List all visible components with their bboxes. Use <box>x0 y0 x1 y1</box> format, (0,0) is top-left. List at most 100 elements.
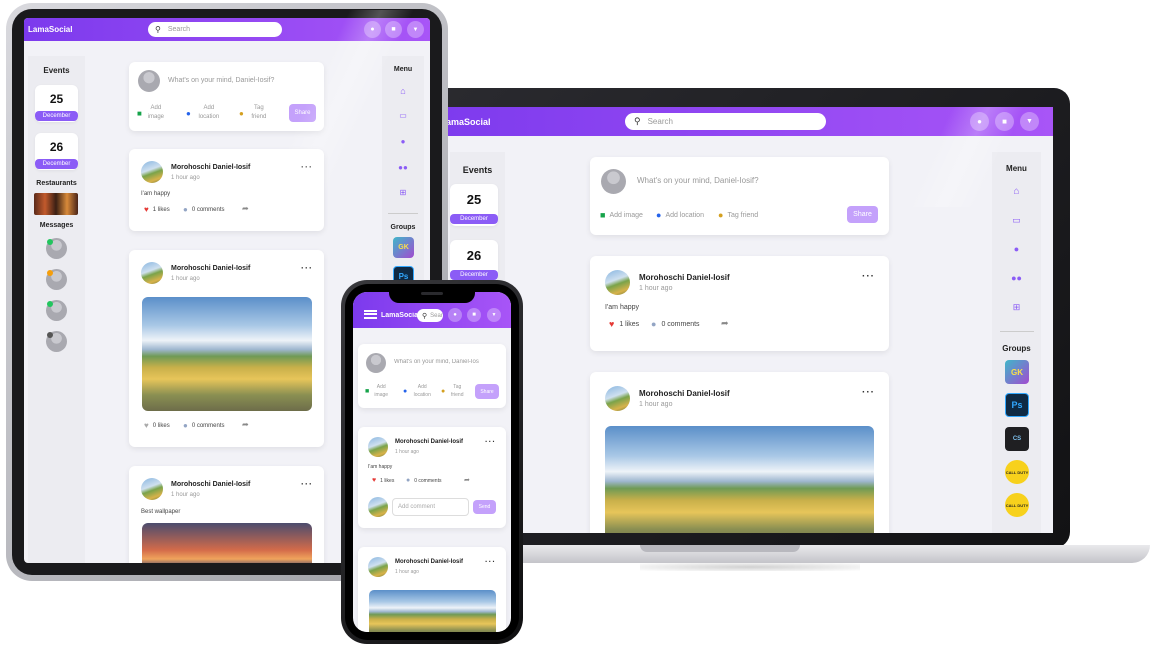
comments-button[interactable]: ● 0 comments <box>183 205 225 214</box>
tag-friend-button[interactable]: ● Tag friend <box>441 383 466 399</box>
more-options-icon[interactable]: ··· <box>485 557 496 566</box>
restaurants-image[interactable] <box>34 193 78 215</box>
add-location-button[interactable]: ● Add location <box>186 104 223 122</box>
share-arrow-icon[interactable]: ➦ <box>242 420 249 429</box>
group-call-of-duty-icon[interactable]: CALL DUTY <box>1005 460 1029 484</box>
event-card[interactable]: 26 December <box>450 240 498 282</box>
chevron-down-icon[interactable]: ▼ <box>487 308 501 322</box>
search-icon: ⚲ <box>422 312 428 320</box>
tv-icon[interactable]: ▭ <box>382 111 424 120</box>
group-call-of-duty-icon[interactable]: CALL DUTY <box>1005 493 1029 517</box>
author-avatar[interactable] <box>605 386 630 411</box>
author-name[interactable]: Morohoschi Daniel-Iosif <box>639 389 730 398</box>
add-location-button[interactable]: ● Add location <box>403 383 434 399</box>
search-input[interactable]: Search <box>430 313 443 319</box>
search-bar[interactable]: ⚲ Search <box>148 22 282 37</box>
add-image-button[interactable]: ■ Add image <box>137 104 179 122</box>
group-counter-strike-icon[interactable]: CS <box>1005 427 1029 451</box>
search-bar[interactable]: ⚲ Search <box>417 309 443 322</box>
hamburger-menu-line <box>364 313 377 315</box>
notifications-icon[interactable]: ● <box>364 21 381 38</box>
search-input[interactable]: Search <box>648 117 673 126</box>
location-pin-icon: ● <box>186 108 191 118</box>
share-button[interactable]: Share <box>475 384 499 399</box>
heart-outline-icon: ♥ <box>144 421 149 430</box>
author-avatar[interactable] <box>368 437 388 457</box>
add-image-button[interactable]: ■ Add image <box>365 383 390 399</box>
group-gk-icon[interactable]: GK <box>1005 360 1029 384</box>
comments-button[interactable]: ● 0 comments <box>651 319 700 329</box>
groups-icon[interactable]: ●● <box>382 163 424 172</box>
add-image-button[interactable]: ■ Add image <box>600 210 643 220</box>
tag-friend-button[interactable]: ● Tag friend <box>239 104 270 122</box>
author-avatar[interactable] <box>141 161 163 183</box>
chevron-down-icon[interactable]: ▼ <box>1020 112 1039 131</box>
comment-input[interactable]: Add comment <box>392 498 469 516</box>
more-options-icon[interactable]: ··· <box>862 271 875 282</box>
like-button[interactable]: ♥ 1 likes <box>372 477 394 484</box>
author-name[interactable]: Morohoschi Daniel-Iosif <box>395 559 463 565</box>
author-avatar[interactable] <box>141 262 163 284</box>
author-name[interactable]: Morohoschi Daniel-Iosif <box>171 481 250 488</box>
chat-icon[interactable]: ■ <box>995 112 1014 131</box>
home-icon[interactable]: ⌂ <box>992 186 1041 197</box>
chat-icon[interactable]: ■ <box>467 308 481 322</box>
tag-friend-button[interactable]: ● Tag friend <box>718 210 758 220</box>
author-avatar[interactable] <box>605 270 630 295</box>
post-image[interactable] <box>369 590 496 632</box>
like-button[interactable]: ♥ 1 likes <box>144 205 170 214</box>
share-button[interactable]: Share <box>289 104 316 122</box>
logo[interactable]: LamaSocial <box>381 312 420 319</box>
share-arrow-icon[interactable]: ➦ <box>721 318 729 329</box>
composer-input[interactable]: What's on your mind, Daniel-Ios <box>394 359 498 365</box>
share-arrow-icon[interactable]: ➦ <box>242 204 249 213</box>
search-input[interactable]: Search <box>168 26 190 33</box>
post-image[interactable] <box>142 523 312 563</box>
groups-icon[interactable]: ●● <box>992 273 1041 283</box>
author-name[interactable]: Morohoschi Daniel-Iosif <box>171 164 250 171</box>
composer-input[interactable]: What's on your mind, Daniel-Iosif? <box>168 77 274 84</box>
group-gk-icon[interactable]: GK <box>393 237 414 258</box>
event-card[interactable]: 26 December <box>35 133 78 170</box>
home-icon[interactable]: ⌂ <box>382 86 424 96</box>
phone-screen: LamaSocial ⚲ Search ● ■ ▼ What's on your… <box>353 292 511 632</box>
notifications-icon[interactable]: ● <box>448 308 462 322</box>
friends-icon[interactable]: ● <box>382 137 424 146</box>
group-photoshop-icon[interactable]: Ps <box>1005 393 1029 417</box>
comments-button[interactable]: ● 0 comments <box>406 477 441 484</box>
send-button[interactable]: Send <box>473 500 496 514</box>
more-options-icon[interactable]: ··· <box>301 479 313 489</box>
author-name[interactable]: Morohoschi Daniel-Iosif <box>171 265 250 272</box>
topbar: amaSocial ⚲ Search ● ■ ▼ <box>420 107 1053 136</box>
composer-input[interactable]: What's on your mind, Daniel-Iosif? <box>637 176 759 185</box>
author-name[interactable]: Morohoschi Daniel-Iosif <box>639 273 730 282</box>
author-avatar[interactable] <box>141 478 163 500</box>
author-name[interactable]: Morohoschi Daniel-Iosif <box>395 439 463 445</box>
logo[interactable]: amaSocial <box>446 117 506 127</box>
event-card[interactable]: 25 December <box>450 184 498 226</box>
comments-button[interactable]: ● 0 comments <box>183 421 225 430</box>
more-options-icon[interactable]: ··· <box>301 162 313 172</box>
cart-icon[interactable]: ⊞ <box>992 302 1041 313</box>
post-image[interactable] <box>142 297 312 411</box>
add-location-button[interactable]: ● Add location <box>656 210 704 220</box>
chevron-down-icon[interactable]: ▼ <box>407 21 424 38</box>
chat-icon[interactable]: ■ <box>385 21 402 38</box>
share-arrow-icon[interactable]: ➦ <box>464 476 470 484</box>
camera-icon: ■ <box>137 108 142 118</box>
more-options-icon[interactable]: ··· <box>862 387 875 398</box>
tv-icon[interactable]: ▭ <box>992 215 1041 226</box>
more-options-icon[interactable]: ··· <box>301 263 313 273</box>
like-button[interactable]: ♥ 0 likes <box>144 421 170 430</box>
friends-icon[interactable]: ● <box>992 244 1041 254</box>
notifications-icon[interactable]: ● <box>970 112 989 131</box>
more-options-icon[interactable]: ··· <box>485 437 496 446</box>
logo[interactable]: LamaSocial <box>28 25 72 34</box>
post-image[interactable] <box>605 426 874 533</box>
search-bar[interactable]: ⚲ Search <box>625 113 826 130</box>
share-button[interactable]: Share <box>847 206 878 223</box>
like-button[interactable]: ♥ 1 likes <box>609 319 639 329</box>
author-avatar[interactable] <box>368 557 388 577</box>
event-card[interactable]: 25 December <box>35 85 78 122</box>
cart-icon[interactable]: ⊞ <box>382 188 424 197</box>
